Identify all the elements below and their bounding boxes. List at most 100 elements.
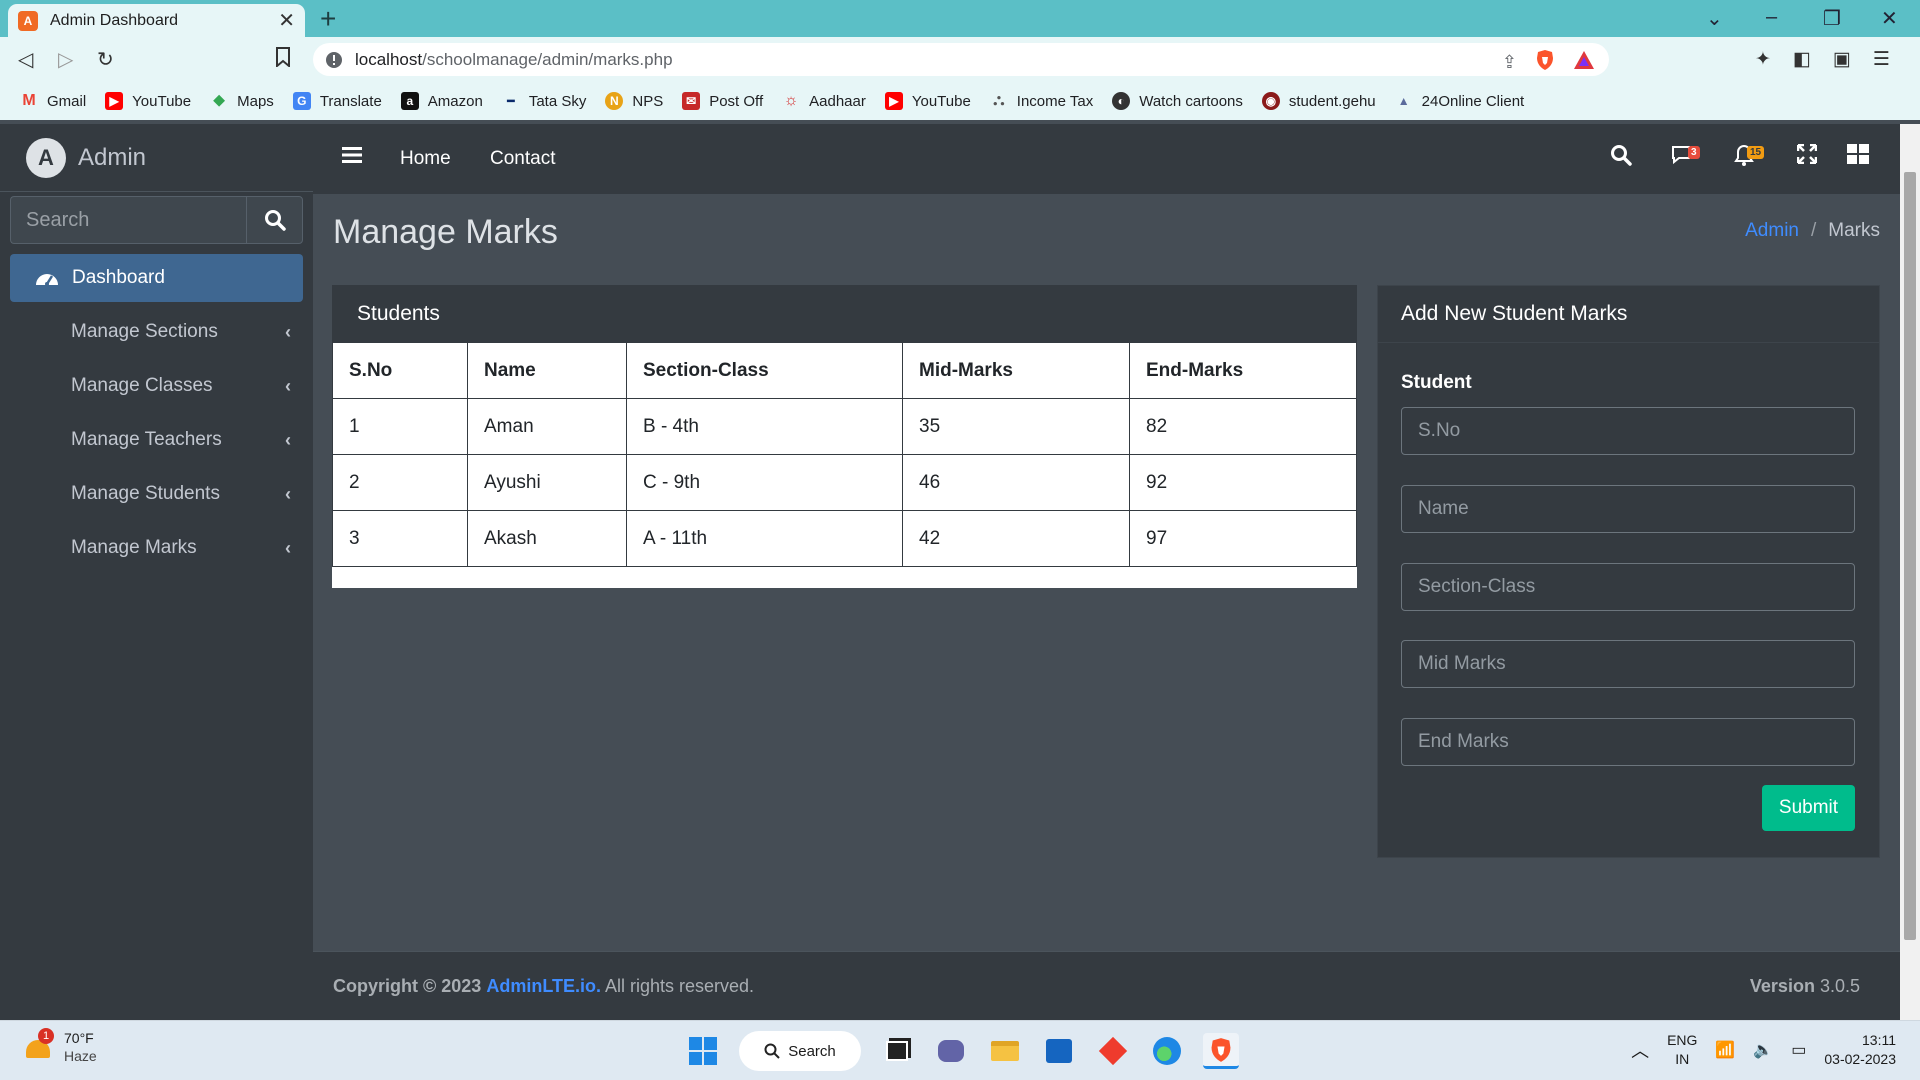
bookmark-studentgehu[interactable]: ◉ student.gehu bbox=[1261, 92, 1376, 110]
breadcrumb-current: Marks bbox=[1828, 220, 1880, 241]
navbar-search-icon[interactable] bbox=[1610, 144, 1632, 172]
task-view-icon[interactable] bbox=[879, 1033, 915, 1069]
tab-search-chevron-icon[interactable]: ⌄ bbox=[1706, 6, 1723, 31]
page-scrollbar-thumb[interactable] bbox=[1904, 172, 1916, 940]
window-close-icon[interactable]: ✕ bbox=[1881, 6, 1898, 31]
date: 03-02-2023 bbox=[1824, 1051, 1896, 1067]
mid-marks-field[interactable] bbox=[1401, 640, 1855, 688]
sidebar-search-input[interactable] bbox=[10, 196, 246, 244]
nav-home-link[interactable]: Home bbox=[400, 148, 451, 170]
nps-icon: N bbox=[605, 92, 624, 110]
edge-browser-icon[interactable] bbox=[1149, 1033, 1185, 1069]
bookmark-watchcartoons[interactable]: ◐ Watch cartoons bbox=[1112, 92, 1243, 110]
sidebar-item-manage-sections[interactable]: Manage Sections ‹ bbox=[71, 312, 291, 352]
fullscreen-expand-icon[interactable] bbox=[1796, 143, 1818, 170]
cell-sno: 3 bbox=[332, 510, 468, 567]
sidebar-item-manage-marks[interactable]: Manage Marks ‹ bbox=[71, 528, 291, 568]
weather-widget[interactable]: 1 70°F Haze bbox=[24, 1028, 97, 1065]
windows-start-icon[interactable] bbox=[685, 1033, 721, 1069]
weather-haze-icon: 1 bbox=[24, 1028, 54, 1062]
sidebar-search-button[interactable] bbox=[246, 196, 303, 244]
end-marks-field[interactable] bbox=[1401, 718, 1855, 766]
bookmark-maps[interactable]: ⬥ Maps bbox=[210, 92, 274, 110]
file-explorer-icon[interactable] bbox=[987, 1033, 1023, 1069]
breadcrumb-admin-link[interactable]: Admin bbox=[1745, 220, 1799, 241]
cell-name: Aman bbox=[467, 398, 627, 455]
brave-shield-icon[interactable] bbox=[1535, 49, 1555, 76]
brave-browser-icon[interactable] bbox=[1203, 1033, 1239, 1069]
forward-icon[interactable]: ▷ bbox=[58, 47, 73, 72]
sidebar-toggle-icon[interactable]: ◧ bbox=[1793, 48, 1811, 71]
column-header-section-class: Section-Class bbox=[626, 342, 903, 399]
bookmark-incometax[interactable]: ⛬ Income Tax bbox=[990, 92, 1093, 110]
battery-icon[interactable]: ▭ bbox=[1791, 1040, 1806, 1060]
clock[interactable]: 13:11 03-02-2023 bbox=[1824, 1031, 1896, 1069]
adminlte-favicon-icon: A bbox=[18, 10, 38, 31]
restore-icon[interactable]: ❐ bbox=[1823, 6, 1841, 31]
bookmarks-bar: M Gmail ▶ YouTube ⬥ Maps G Translate a Amazon… bbox=[0, 82, 1920, 120]
teams-chat-icon[interactable] bbox=[933, 1033, 969, 1069]
taskbar-search[interactable]: Search bbox=[739, 1031, 861, 1071]
cell-section-class: A - 11th bbox=[626, 510, 903, 567]
bookmark-amazon[interactable]: a Amazon bbox=[400, 92, 483, 110]
submit-button[interactable]: Submit bbox=[1762, 785, 1855, 831]
extensions-icon[interactable]: ✦ bbox=[1755, 48, 1771, 71]
wifi-icon[interactable]: 📶 bbox=[1715, 1040, 1735, 1060]
column-header-mid-marks: Mid-Marks bbox=[902, 342, 1130, 399]
bookmark-icon[interactable] bbox=[275, 47, 291, 73]
bookmark-aadhaar[interactable]: ☼ Aadhaar bbox=[782, 92, 866, 110]
adminlte-link[interactable]: AdminLTE.io. bbox=[486, 976, 601, 996]
nav-contact-link[interactable]: Contact bbox=[490, 148, 555, 170]
close-tab-icon[interactable]: ✕ bbox=[278, 8, 295, 33]
wallet-icon[interactable]: ▣ bbox=[1833, 48, 1851, 71]
income-tax-icon: ⛬ bbox=[993, 92, 1005, 109]
browser-tab[interactable]: A Admin Dashboard ✕ bbox=[8, 4, 305, 37]
youtube-icon: ▶ bbox=[884, 92, 903, 110]
tab-title: Admin Dashboard bbox=[50, 11, 179, 29]
brand-link[interactable]: A Admin bbox=[0, 124, 313, 192]
tray-overflow-chevron-icon[interactable]: ︿ bbox=[1631, 1037, 1649, 1063]
column-header-name: Name bbox=[467, 342, 627, 399]
sidebar-item-dashboard[interactable]: Dashboard bbox=[10, 254, 303, 302]
bookmark-youtube-2[interactable]: ▶ YouTube bbox=[884, 92, 971, 110]
notifications-bell-icon[interactable]: 15 bbox=[1733, 144, 1765, 172]
url-field[interactable]: localhost/schoolmanage/admin/marks.php ⇪ bbox=[313, 43, 1609, 76]
bookmark-gmail[interactable]: M Gmail bbox=[20, 92, 86, 110]
post-office-icon: ✉ bbox=[682, 92, 701, 110]
sno-field[interactable] bbox=[1401, 407, 1855, 455]
anydesk-icon[interactable] bbox=[1095, 1033, 1131, 1069]
adminlte-logo: A bbox=[26, 137, 66, 178]
volume-icon[interactable]: 🔈 bbox=[1753, 1040, 1773, 1060]
bookmark-youtube[interactable]: ▶ YouTube bbox=[105, 92, 191, 110]
new-tab-icon[interactable]: + bbox=[320, 3, 336, 35]
cell-mid-marks: 42 bbox=[902, 510, 1130, 567]
back-icon[interactable]: ◁ bbox=[18, 47, 33, 72]
cell-name: Akash bbox=[467, 510, 627, 567]
bookmark-postoff[interactable]: ✉ Post Off bbox=[682, 92, 763, 110]
language-indicator[interactable]: ENG IN bbox=[1667, 1031, 1697, 1069]
reload-icon[interactable]: ↻ bbox=[97, 47, 114, 72]
sidebar-item-manage-students[interactable]: Manage Students ‹ bbox=[71, 474, 291, 514]
section-class-field[interactable] bbox=[1401, 563, 1855, 611]
gmail-icon: M bbox=[22, 92, 36, 109]
menu-icon[interactable]: ☰ bbox=[1873, 48, 1890, 71]
hamburger-menu-icon[interactable] bbox=[342, 146, 362, 169]
bookmark-24online[interactable]: ▲ 24Online Client bbox=[1395, 92, 1525, 110]
minimize-icon[interactable]: – bbox=[1766, 6, 1777, 29]
top-navbar: Home Contact 3 15 bbox=[313, 124, 1900, 194]
brave-rewards-icon[interactable] bbox=[1573, 50, 1595, 75]
name-field[interactable] bbox=[1401, 485, 1855, 533]
sidebar-item-manage-classes[interactable]: Manage Classes ‹ bbox=[71, 366, 291, 406]
microsoft-store-icon[interactable] bbox=[1041, 1033, 1077, 1069]
messages-icon[interactable]: 3 bbox=[1670, 144, 1700, 172]
sidebar-item-label: Manage Marks bbox=[71, 537, 197, 558]
bookmark-tatasky[interactable]: ━ Tata Sky bbox=[502, 92, 586, 110]
sidebar-item-manage-teachers[interactable]: Manage Teachers ‹ bbox=[71, 420, 291, 460]
site-info-icon[interactable] bbox=[325, 51, 343, 69]
share-icon[interactable]: ⇪ bbox=[1502, 52, 1517, 73]
cell-end-marks: 82 bbox=[1129, 398, 1357, 455]
bookmark-translate[interactable]: G Translate bbox=[292, 92, 382, 110]
maps-pin-icon: ⬥ bbox=[213, 92, 225, 109]
bookmark-nps[interactable]: N NPS bbox=[605, 92, 663, 110]
control-sidebar-grid-icon[interactable] bbox=[1847, 144, 1869, 170]
